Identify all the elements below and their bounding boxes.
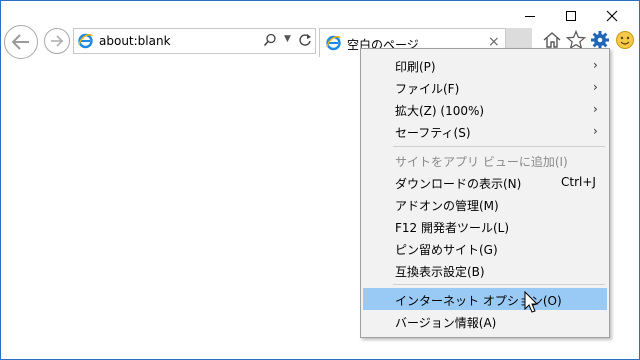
ie-logo-icon (326, 35, 341, 51)
minimize-button[interactable] (510, 3, 550, 29)
menu-item-file[interactable]: ファイル(F) › (363, 76, 607, 98)
menu-item-label: セーフティ(S) (395, 126, 471, 140)
menu-item-label: 拡大(Z) (100%) (395, 104, 485, 118)
minimize-icon (525, 16, 535, 17)
browser-window: about:blank ▼ 空白のページ × 印刷(P) › ファイル(F) ›… (0, 0, 640, 360)
menu-item-add-site-to-apps: サイトをアプリ ビューに追加(I) (363, 149, 607, 171)
close-icon (606, 10, 618, 22)
close-button[interactable] (592, 3, 632, 29)
forward-arrow-icon (51, 35, 64, 47)
menu-item-f12-dev-tools[interactable]: F12 開発者ツール(L) (363, 215, 607, 237)
menu-item-label: アドオンの管理(M) (395, 199, 499, 213)
address-input[interactable]: about:blank (99, 34, 171, 48)
submenu-arrow-icon: › (593, 58, 598, 72)
maximize-icon (566, 11, 576, 21)
search-icon[interactable] (263, 33, 277, 47)
menu-item-safety[interactable]: セーフティ(S) › (363, 120, 607, 142)
smiley-icon[interactable] (614, 29, 636, 51)
submenu-arrow-icon: › (593, 124, 598, 138)
menu-separator (393, 146, 605, 147)
refresh-icon[interactable] (298, 33, 312, 47)
menu-item-shortcut: Ctrl+J (561, 175, 596, 189)
tab-close-icon[interactable]: × (488, 35, 500, 49)
menu-item-label: F12 開発者ツール(L) (395, 221, 510, 235)
menu-item-print[interactable]: 印刷(P) › (363, 54, 607, 76)
menu-item-label: ファイル(F) (395, 82, 460, 96)
menu-item-about[interactable]: バージョン情報(A) (363, 310, 607, 332)
back-button[interactable] (4, 25, 38, 59)
tools-menu: 印刷(P) › ファイル(F) › 拡大(Z) (100%) › セーフティ(S… (360, 48, 610, 338)
mouse-pointer-icon (524, 291, 539, 313)
ie-logo-icon (78, 33, 93, 49)
menu-item-label: ピン留めサイト(G) (395, 243, 498, 257)
menu-item-view-downloads[interactable]: ダウンロードの表示(N) Ctrl+J (363, 171, 607, 193)
forward-button[interactable] (44, 28, 70, 54)
menu-item-pinned-sites[interactable]: ピン留めサイト(G) (363, 237, 607, 259)
submenu-arrow-icon: › (593, 80, 598, 94)
menu-item-label: サイトをアプリ ビューに追加(I) (395, 155, 568, 169)
chevron-down-icon[interactable]: ▼ (284, 34, 291, 44)
menu-item-label: 互換表示設定(B) (395, 265, 485, 279)
menu-item-manage-addons[interactable]: アドオンの管理(M) (363, 193, 607, 215)
menu-item-label: ダウンロードの表示(N) (395, 177, 522, 191)
menu-item-internet-options[interactable]: インターネット オプション(O) (363, 288, 607, 310)
menu-item-label: バージョン情報(A) (395, 316, 497, 330)
menu-item-zoom[interactable]: 拡大(Z) (100%) › (363, 98, 607, 120)
maximize-button[interactable] (551, 3, 591, 29)
menu-item-compat-view[interactable]: 互換表示設定(B) (363, 259, 607, 281)
submenu-arrow-icon: › (593, 102, 598, 116)
address-bar[interactable]: about:blank ▼ (73, 28, 316, 54)
menu-item-label: 印刷(P) (395, 60, 436, 74)
back-arrow-icon (11, 34, 29, 50)
menu-separator (393, 284, 605, 285)
